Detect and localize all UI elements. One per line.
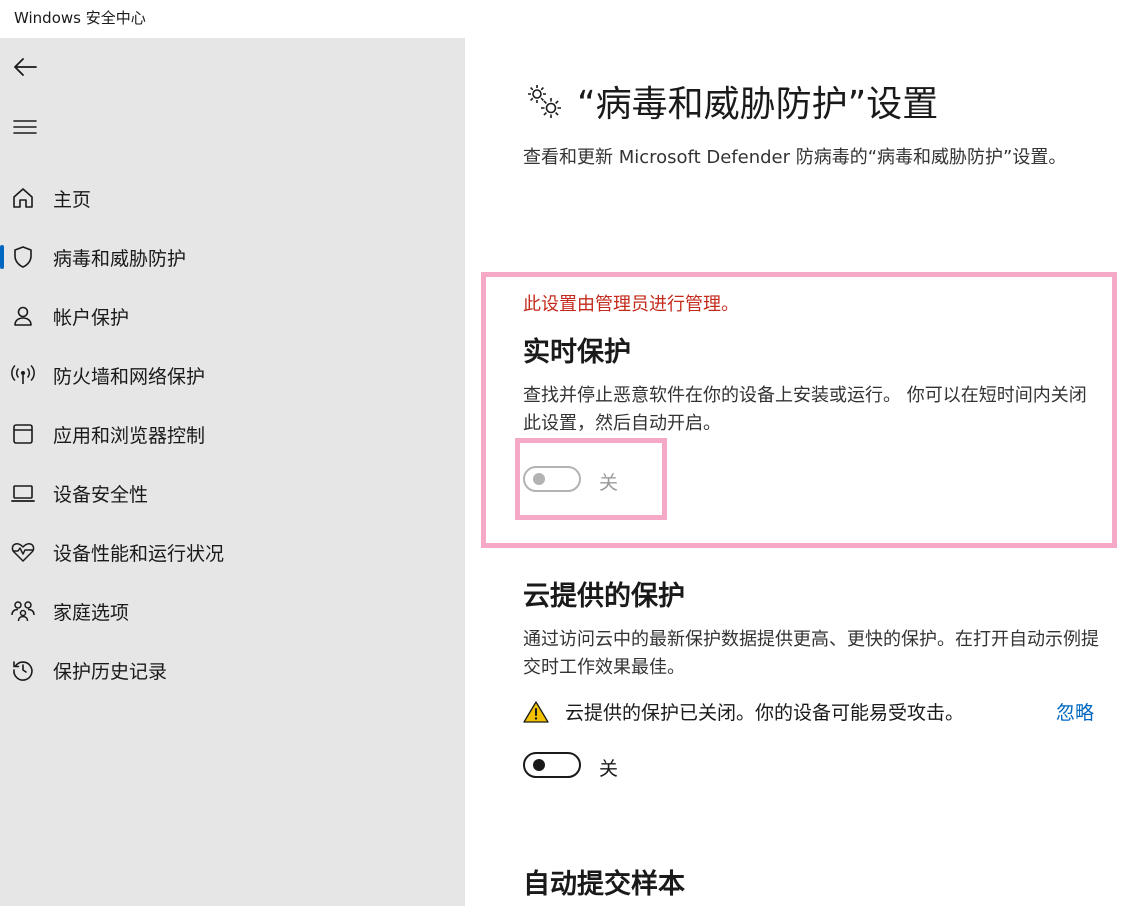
sidebar-item-account-protection[interactable]: 帐户保护 [0,294,465,338]
realtime-protection-toggle[interactable] [523,466,581,492]
sidebar-item-label: 设备性能和运行状况 [53,542,225,565]
history-icon [10,657,36,683]
family-icon [10,598,36,624]
sidebar-item-label: 防火墙和网络保护 [53,365,206,388]
cloud-warning-text: 云提供的保护已关闭。你的设备可能易受攻击。 [565,702,965,724]
back-arrow-icon [14,58,37,76]
sidebar-item-device-security[interactable]: 设备安全性 [0,471,465,515]
sidebar-item-label: 帐户保护 [53,306,130,329]
sidebar-item-firewall[interactable]: 防火墙和网络保护 [0,353,465,397]
sidebar-item-label: 设备安全性 [53,483,149,506]
page-description: 查看和更新 Microsoft Defender 防病毒的“病毒和威胁防护”设置… [523,147,1067,168]
sidebar-item-virus-protection[interactable]: 病毒和威胁防护 [0,235,465,279]
page-title: “病毒和威胁防护”设置 [577,84,939,125]
cloud-protection-description: 通过访问云中的最新保护数据提供更高、更快的保护。在打开自动示例提交时工作效果最佳… [523,629,1099,678]
realtime-toggle-state: 关 [599,472,619,494]
sidebar-item-device-performance[interactable]: 设备性能和运行状况 [0,530,465,574]
sidebar-item-family-options[interactable]: 家庭选项 [0,589,465,633]
menu-button[interactable] [10,112,40,142]
heart-pulse-icon [10,539,36,565]
page-header: “病毒和威胁防护”设置 [525,76,938,126]
auto-sample-submission-title: 自动提交样本 [523,869,685,900]
warning-icon [523,700,549,724]
active-indicator [0,245,4,269]
sidebar-item-label: 病毒和威胁防护 [53,247,187,270]
sidebar: 主页 病毒和威胁防护 帐户保护 防火墙和网络保护 应用和浏览器控制 设备安全性 [0,38,465,906]
realtime-protection-title: 实时保护 [523,337,631,368]
gears-icon [525,82,563,120]
cloud-toggle-state: 关 [599,758,619,780]
home-icon [10,185,36,211]
cloud-protection-toggle[interactable] [523,752,581,778]
admin-managed-note: 此设置由管理员进行管理。 [523,294,739,315]
wireless-antenna-icon [10,362,36,388]
title-bar: Windows 安全中心 [0,0,1130,38]
ignore-link[interactable]: 忽略 [1056,698,1094,725]
sidebar-item-label: 保护历史记录 [53,660,168,683]
app-window-icon [10,421,36,447]
sidebar-item-protection-history[interactable]: 保护历史记录 [0,648,465,692]
person-icon [10,303,36,329]
toggle-knob [533,759,545,771]
back-button[interactable] [10,52,40,82]
window-title: Windows 安全中心 [14,9,146,27]
cloud-warning: 云提供的保护已关闭。你的设备可能易受攻击。 忽略 [523,698,1103,726]
toggle-knob [533,473,545,485]
hamburger-icon [13,120,37,134]
sidebar-item-app-browser-control[interactable]: 应用和浏览器控制 [0,412,465,456]
shield-icon [10,244,36,270]
main-content: “病毒和威胁防护”设置 查看和更新 Microsoft Defender 防病毒… [465,38,1130,906]
realtime-protection-description: 查找并停止恶意软件在你的设备上安装或运行。 你可以在短时间内关闭此设置，然后自动… [523,385,1087,434]
sidebar-item-label: 家庭选项 [53,601,130,624]
sidebar-item-home[interactable]: 主页 [0,176,465,220]
sidebar-item-label: 主页 [53,188,92,211]
sidebar-item-label: 应用和浏览器控制 [53,424,206,447]
laptop-icon [10,480,36,506]
cloud-protection-title: 云提供的保护 [523,581,685,612]
